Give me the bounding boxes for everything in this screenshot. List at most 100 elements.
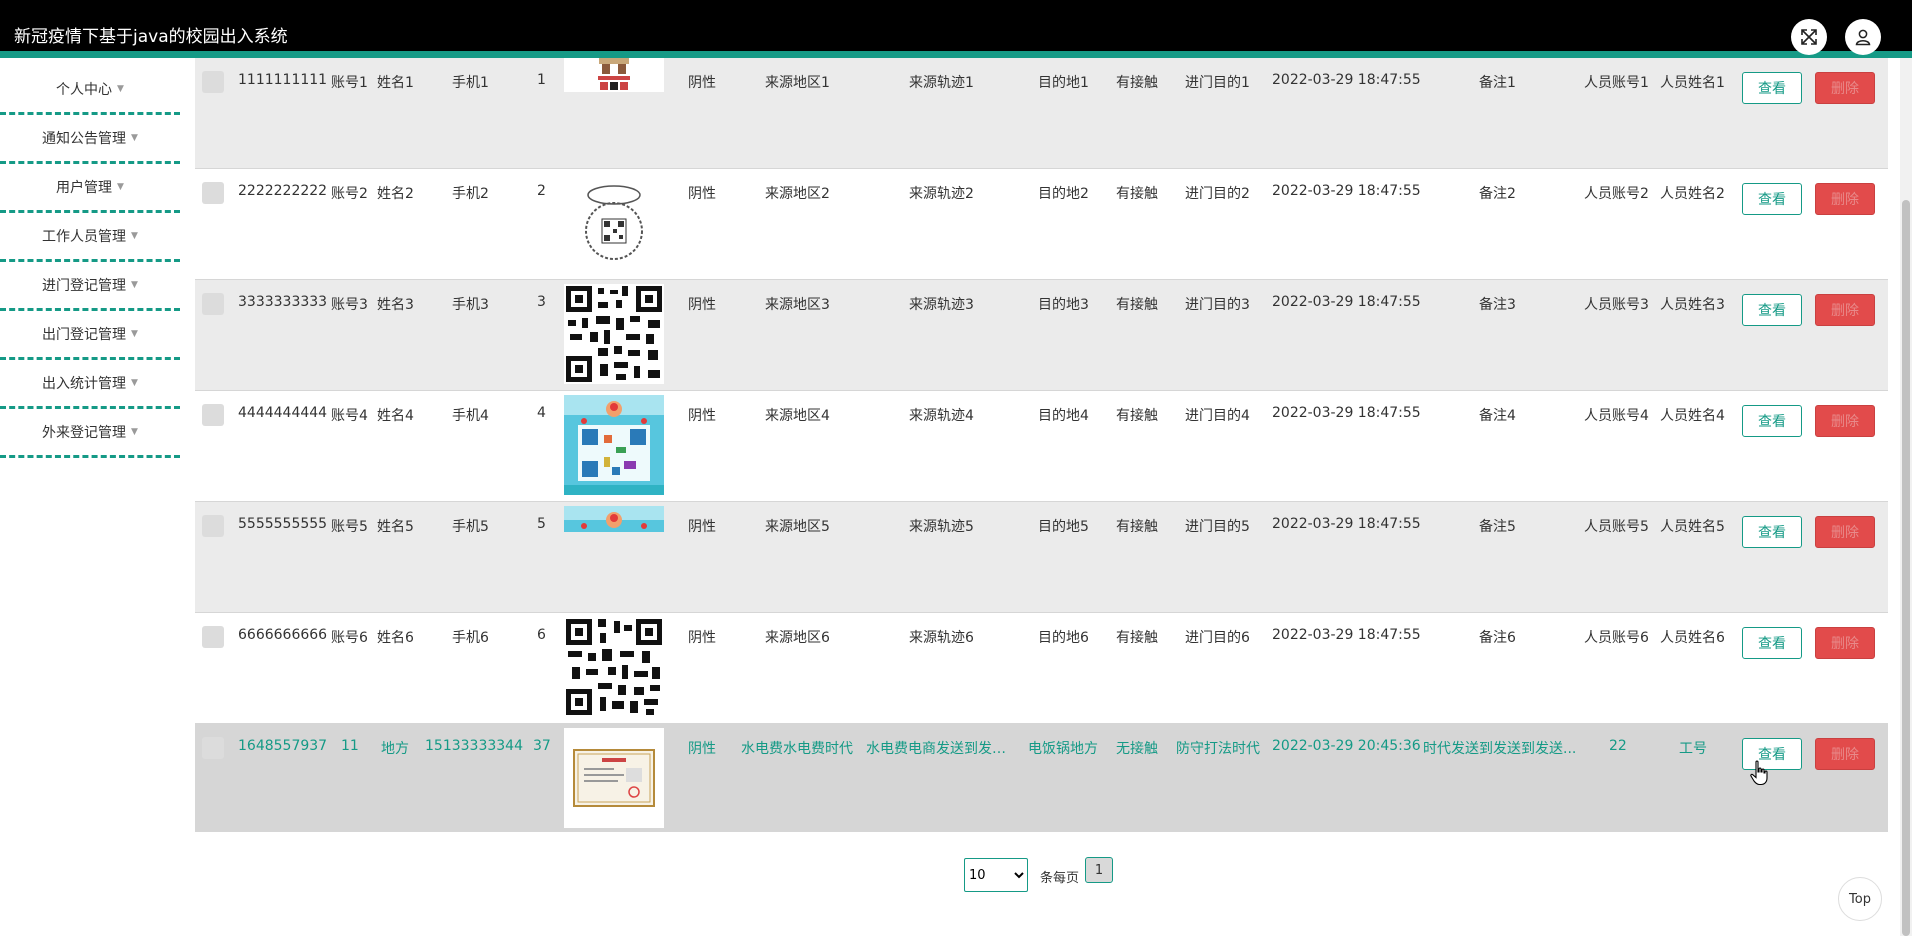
cell-destination: 目的地3: [1038, 297, 1089, 313]
cell-time: 2022-03-29 18:47:55: [1272, 405, 1421, 421]
cell-result: 阴性: [688, 741, 716, 757]
data-table: 1111111111 账号1 姓名1 手机1 1 阴性 来源地区1 来源轨迹1 …: [195, 58, 1888, 832]
cell-id: 4444444444: [238, 405, 328, 421]
cell-destination: 目的地2: [1038, 186, 1089, 202]
fullscreen-button[interactable]: [1791, 19, 1827, 55]
cell-origin: 来源地区3: [765, 297, 830, 313]
view-button[interactable]: 查看: [1742, 72, 1802, 104]
cell-staff-name: 人员姓名2: [1660, 186, 1725, 202]
cell-track: 来源轨迹3: [909, 297, 974, 313]
cell-name: 姓名4: [377, 408, 414, 424]
cell-contact: 有接触: [1116, 297, 1158, 313]
sidebar-item-exit-registration[interactable]: 出门登记管理 ▼: [0, 311, 180, 360]
cell-staff-account: 人员账号3: [1584, 297, 1649, 313]
cell-account: 账号6: [331, 630, 368, 646]
view-button[interactable]: 查看: [1742, 627, 1802, 659]
top-bar: 新冠疫情下基于java的校园出入系统: [0, 0, 1912, 58]
caret-down-icon: ▼: [117, 182, 124, 192]
cell-contact: 有接触: [1116, 186, 1158, 202]
page-button-1[interactable]: 1: [1085, 857, 1113, 883]
delete-button[interactable]: 删除: [1815, 405, 1875, 437]
caret-down-icon: ▼: [131, 133, 138, 143]
cell-staff-account: 人员账号5: [1584, 519, 1649, 535]
cell-note: 备注3: [1479, 297, 1516, 313]
cell-origin: 水电费水电费时代: [741, 741, 853, 757]
row-checkbox[interactable]: [202, 515, 224, 537]
page-size-select[interactable]: 10: [964, 858, 1028, 892]
qr-code-icon: [564, 617, 664, 717]
row-checkbox[interactable]: [202, 182, 224, 204]
cell-origin: 来源地区6: [765, 630, 830, 646]
back-to-top-button[interactable]: Top: [1838, 877, 1882, 921]
cell-staff-account: 人员账号1: [1584, 75, 1649, 91]
cell-track: 水电费电商发送到发多...: [866, 741, 1016, 757]
sidebar-item-staff-management[interactable]: 工作人员管理 ▼: [0, 213, 180, 262]
cell-time: 2022-03-29 18:47:55: [1272, 627, 1421, 643]
delete-button[interactable]: 删除: [1815, 516, 1875, 548]
cell-origin: 来源地区4: [765, 408, 830, 424]
view-button[interactable]: 查看: [1742, 294, 1802, 326]
cell-id: 6666666666: [238, 627, 328, 643]
cell-time: 2022-03-29 18:47:55: [1272, 72, 1421, 88]
cell-purpose: 进门目的3: [1185, 297, 1250, 313]
caret-down-icon: ▼: [131, 427, 138, 437]
cell-destination: 目的地1: [1038, 75, 1089, 91]
cell-count: 6: [537, 627, 546, 643]
per-page-label: 条每页: [1040, 871, 1080, 886]
delete-button[interactable]: 删除: [1815, 627, 1875, 659]
row-checkbox[interactable]: [202, 293, 224, 315]
fullscreen-icon: [1801, 29, 1817, 45]
cell-note: 备注4: [1479, 408, 1516, 424]
sidebar-item-visitor-registration[interactable]: 外来登记管理 ▼: [0, 409, 180, 458]
cell-name: 姓名5: [377, 519, 414, 535]
table-row: 6666666666 账号6 姓名6 手机6 6 阴性 来源地区6 来源轨迹6: [195, 613, 1888, 724]
view-button[interactable]: 查看: [1742, 183, 1802, 215]
cell-account: 账号1: [331, 75, 368, 91]
scrollbar-thumb[interactable]: [1902, 200, 1910, 936]
cell-account: 账号2: [331, 186, 368, 202]
user-icon: [1855, 29, 1871, 46]
cell-result: 阴性: [688, 519, 716, 535]
view-button[interactable]: 查看: [1742, 516, 1802, 548]
cell-staff-name: 人员姓名1: [1660, 75, 1725, 91]
delete-button[interactable]: 删除: [1815, 294, 1875, 326]
row-checkbox[interactable]: [202, 626, 224, 648]
cell-contact: 有接触: [1116, 630, 1158, 646]
sidebar-item-entry-registration[interactable]: 进门登记管理 ▼: [0, 262, 180, 311]
delete-button[interactable]: 删除: [1815, 183, 1875, 215]
cell-result: 阴性: [688, 408, 716, 424]
cell-destination: 电饭锅地方: [1028, 741, 1098, 757]
cell-id: 3333333333: [238, 294, 328, 310]
cell-track: 来源轨迹2: [909, 186, 974, 202]
cell-count: 1: [537, 72, 546, 88]
table-row: 1111111111 账号1 姓名1 手机1 1 阴性 来源地区1 来源轨迹1 …: [195, 58, 1888, 169]
cell-contact: 有接触: [1116, 519, 1158, 535]
cell-note: 备注6: [1479, 630, 1516, 646]
row-checkbox[interactable]: [202, 737, 224, 759]
qr-code-icon: [564, 284, 664, 384]
user-button[interactable]: [1845, 19, 1881, 55]
cell-origin: 来源地区5: [765, 519, 830, 535]
row-checkbox[interactable]: [202, 404, 224, 426]
sidebar-item-label: 通知公告管理: [42, 131, 127, 147]
cell-purpose: 进门目的4: [1185, 408, 1250, 424]
row-checkbox[interactable]: [202, 71, 224, 93]
delete-button[interactable]: 删除: [1815, 738, 1875, 770]
cell-note: 备注1: [1479, 75, 1516, 91]
sidebar-item-user-management[interactable]: 用户管理 ▼: [0, 164, 180, 213]
sidebar-item-label: 用户管理: [56, 180, 113, 196]
sidebar-item-personal-center[interactable]: 个人中心 ▼: [0, 66, 180, 115]
cell-contact: 有接触: [1116, 408, 1158, 424]
cell-destination: 目的地5: [1038, 519, 1089, 535]
view-button[interactable]: 查看: [1742, 405, 1802, 437]
cell-name: 姓名3: [377, 297, 414, 313]
sidebar-item-access-statistics[interactable]: 出入统计管理 ▼: [0, 360, 180, 409]
cell-phone: 手机5: [452, 519, 489, 535]
qr-colorful-icon: [564, 395, 664, 495]
delete-button[interactable]: 删除: [1815, 72, 1875, 104]
cell-phone: 手机3: [452, 297, 489, 313]
cell-origin: 来源地区2: [765, 186, 830, 202]
cell-staff-name: 人员姓名4: [1660, 408, 1725, 424]
sidebar-item-notice-management[interactable]: 通知公告管理 ▼: [0, 115, 180, 164]
cell-purpose: 进门目的6: [1185, 630, 1250, 646]
